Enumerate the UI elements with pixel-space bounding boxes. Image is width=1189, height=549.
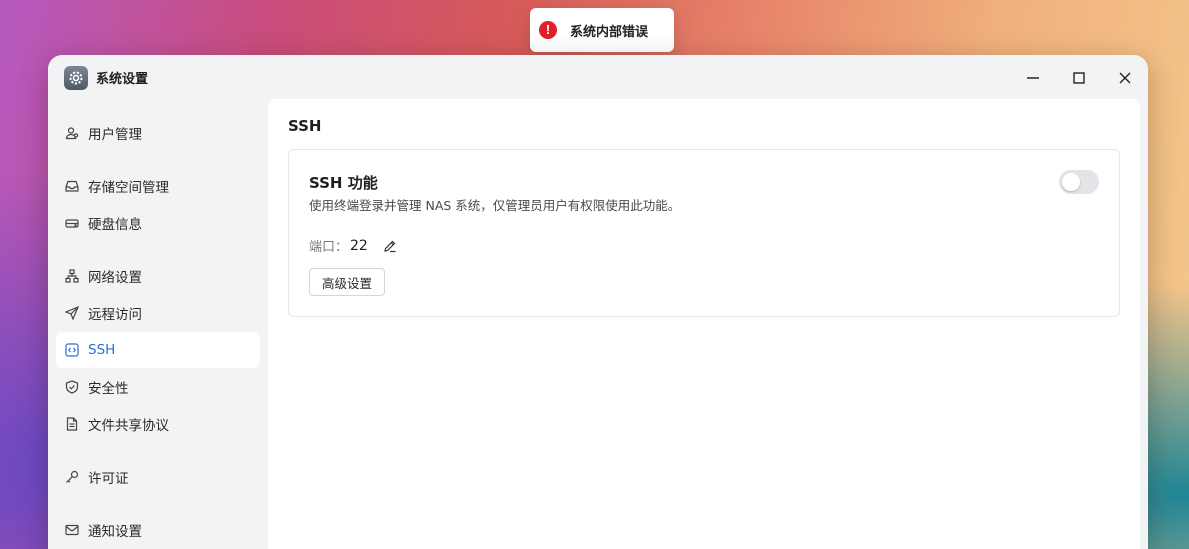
sidebar-item-users[interactable]: 用户管理 bbox=[56, 115, 260, 151]
sidebar-item-label: 存储空间管理 bbox=[88, 180, 169, 196]
gear-icon bbox=[64, 66, 88, 90]
sidebar-item-label: 许可证 bbox=[88, 471, 129, 487]
content-panel: SSH SSH 功能 使用终端登录并管理 NAS 系统，仅管理员用户有权限使用此… bbox=[268, 99, 1140, 549]
users-icon bbox=[65, 126, 79, 140]
advanced-settings-button[interactable]: 高级设置 bbox=[309, 268, 386, 296]
sidebar-item-label: SSH bbox=[88, 342, 116, 358]
card-title: SSH 功能 bbox=[309, 174, 378, 192]
close-icon bbox=[1119, 72, 1131, 84]
send-icon bbox=[65, 306, 79, 320]
disk-icon bbox=[65, 216, 79, 230]
error-toast: ! 系统内部错误 bbox=[530, 8, 674, 52]
window-title: 系统设置 bbox=[96, 72, 149, 87]
sidebar-item-ssh[interactable]: SSH bbox=[56, 332, 260, 368]
page-title: SSH bbox=[288, 117, 322, 135]
port-row: 端口： 22 bbox=[309, 236, 398, 255]
sidebar-item-notifications[interactable]: 通知设置 bbox=[56, 512, 260, 548]
sidebar-item-license[interactable]: 许可证 bbox=[56, 459, 260, 495]
sidebar-item-network[interactable]: 网络设置 bbox=[56, 258, 260, 294]
sidebar-item-label: 通知设置 bbox=[88, 524, 142, 540]
ssh-toggle[interactable] bbox=[1059, 170, 1099, 194]
sidebar-item-label: 硬盘信息 bbox=[88, 217, 142, 233]
minimize-button[interactable] bbox=[1021, 66, 1045, 90]
mail-icon bbox=[65, 523, 79, 537]
shield-icon bbox=[65, 380, 79, 394]
maximize-icon bbox=[1073, 72, 1085, 84]
card-description: 使用终端登录并管理 NAS 系统，仅管理员用户有权限使用此功能。 bbox=[309, 198, 681, 213]
close-button[interactable] bbox=[1113, 66, 1137, 90]
settings-window: 系统设置 用户管理 存储空间管理 硬盘信息 网络设置 远程访问 SSH 安全性 … bbox=[48, 55, 1148, 549]
file-icon bbox=[65, 417, 79, 431]
inbox-icon bbox=[65, 179, 79, 193]
sidebar-item-disk[interactable]: 硬盘信息 bbox=[56, 205, 260, 241]
toast-message: 系统内部错误 bbox=[570, 24, 649, 40]
minimize-icon bbox=[1027, 77, 1039, 79]
sidebar-item-label: 文件共享协议 bbox=[88, 418, 169, 434]
sidebar-item-storage[interactable]: 存储空间管理 bbox=[56, 168, 260, 204]
title-bar[interactable]: 系统设置 bbox=[48, 55, 1148, 99]
code-icon bbox=[65, 343, 79, 357]
sidebar-item-label: 网络设置 bbox=[88, 270, 142, 286]
port-label: 端口： bbox=[309, 240, 349, 255]
toggle-knob bbox=[1062, 173, 1080, 191]
sidebar-item-label: 远程访问 bbox=[88, 307, 142, 323]
sidebar-item-label: 安全性 bbox=[88, 381, 129, 397]
sidebar-item-file-sharing[interactable]: 文件共享协议 bbox=[56, 406, 260, 442]
sidebar-item-remote[interactable]: 远程访问 bbox=[56, 295, 260, 331]
error-icon: ! bbox=[539, 21, 557, 39]
maximize-button[interactable] bbox=[1067, 66, 1091, 90]
sidebar-item-label: 用户管理 bbox=[88, 127, 142, 143]
key-icon bbox=[65, 470, 79, 484]
edit-icon[interactable] bbox=[382, 238, 398, 254]
ssh-card: SSH 功能 使用终端登录并管理 NAS 系统，仅管理员用户有权限使用此功能。 … bbox=[288, 149, 1120, 317]
network-icon bbox=[65, 269, 79, 283]
sidebar-item-security[interactable]: 安全性 bbox=[56, 369, 260, 405]
port-value: 22 bbox=[350, 237, 368, 254]
